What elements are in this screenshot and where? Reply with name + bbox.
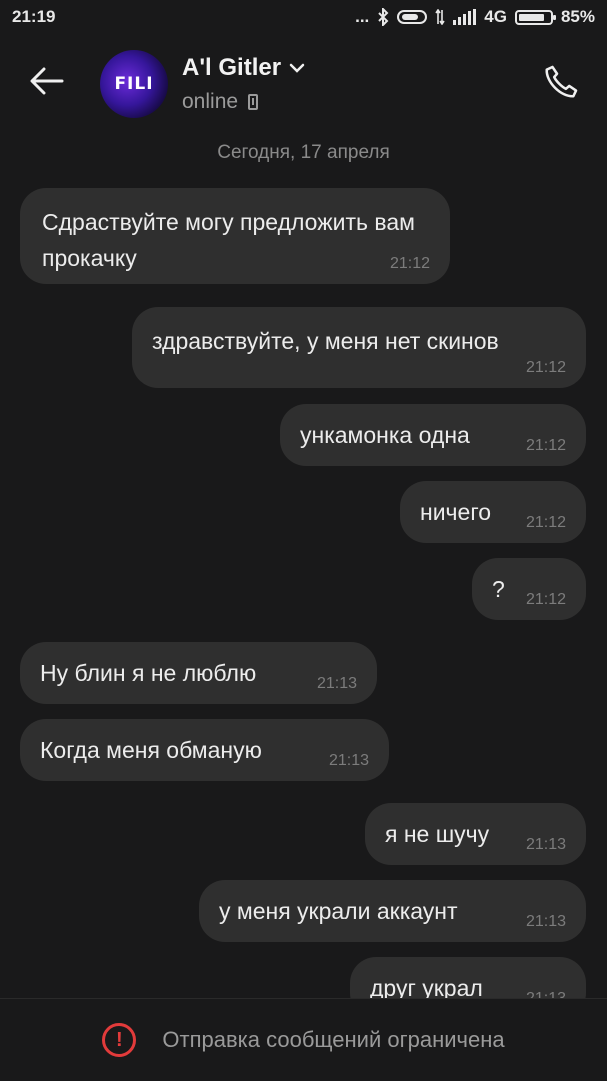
contact-status: online <box>182 90 259 114</box>
contact-name-button[interactable]: A'l Gitler <box>182 54 305 82</box>
message-text: Когда меня обманую <box>40 737 262 763</box>
message-text: у меня украли аккаунт <box>219 898 458 924</box>
message-incoming[interactable]: Ну блин я не люблю 21:13 <box>20 642 377 704</box>
message-time: 21:13 <box>525 913 566 930</box>
data-arrows-icon <box>435 9 445 25</box>
message-incoming[interactable]: Когда меня обманую 21:13 <box>20 719 389 781</box>
message-outgoing[interactable]: здравствуйте, у меня нет скинов 21:12 <box>132 307 586 388</box>
message-incoming[interactable]: Сдраствуйте могу предложить вам прокачку… <box>20 188 450 284</box>
network-type: 4G <box>484 7 507 26</box>
battery-percent: 85% <box>560 7 595 26</box>
message-text: Ну блин я не люблю <box>40 660 257 686</box>
back-button[interactable] <box>26 60 68 102</box>
status-icons: ... 4G 85% <box>355 7 595 27</box>
contact-name: A'l Gitler <box>182 54 282 81</box>
mobile-device-icon <box>248 94 259 110</box>
message-text: здравствуйте, у меня нет скинов <box>152 328 499 354</box>
chat-header: FILI A'l Gitler online <box>0 34 607 134</box>
message-time: 21:12 <box>525 591 566 608</box>
signal-icon <box>453 9 477 25</box>
message-time: 21:13 <box>525 836 566 853</box>
restriction-text: Отправка сообщений ограничена <box>162 1027 505 1052</box>
message-outgoing[interactable]: ? 21:12 <box>472 558 586 620</box>
online-status: online <box>182 90 239 113</box>
message-outgoing[interactable]: ункамонка одна 21:12 <box>280 404 586 466</box>
bluetooth-icon <box>378 8 389 26</box>
alarm-icon <box>397 10 428 24</box>
arrow-left-icon <box>30 67 64 95</box>
message-time: 21:13 <box>328 752 369 769</box>
message-time: 21:13 <box>316 675 357 692</box>
message-outgoing[interactable]: я не шучу 21:13 <box>365 803 586 865</box>
message-text: ? <box>492 576 505 602</box>
call-button[interactable] <box>539 60 583 104</box>
phone-icon <box>545 65 578 98</box>
warning-icon: ! <box>102 1023 137 1057</box>
message-time: 21:12 <box>525 514 566 531</box>
more-dots-icon: ... <box>355 7 370 26</box>
message-time: 21:12 <box>525 359 566 376</box>
date-separator: Сегодня, 17 апреля <box>217 142 390 163</box>
messaging-restricted-bar: ! Отправка сообщений ограничена <box>0 998 607 1081</box>
message-time: 21:12 <box>389 255 430 272</box>
status-time: 21:19 <box>12 7 56 26</box>
status-bar: 21:19 ... 4G 85% <box>0 0 607 34</box>
message-text: Сдраствуйте могу предложить вам прокачку <box>42 209 415 271</box>
message-outgoing[interactable]: ничего 21:12 <box>400 481 586 543</box>
avatar-text: FILI <box>114 74 154 94</box>
warning-glyph: ! <box>116 1028 123 1051</box>
message-text: ничего <box>420 499 491 525</box>
message-outgoing[interactable]: у меня украли аккаунт 21:13 <box>199 880 586 942</box>
chevron-down-icon <box>289 63 305 73</box>
avatar[interactable]: FILI <box>100 50 168 118</box>
message-text: я не шучу <box>385 821 490 847</box>
battery-icon <box>514 9 556 25</box>
message-text: ункамонка одна <box>300 422 470 448</box>
message-time: 21:12 <box>525 437 566 454</box>
